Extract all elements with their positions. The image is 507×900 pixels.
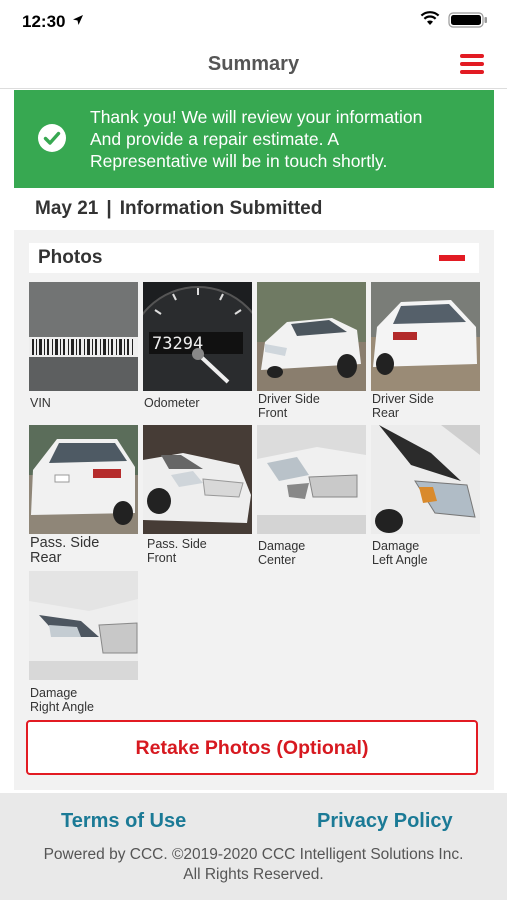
caption-line: VIN (30, 396, 51, 410)
success-banner: Thank you! We will review your informati… (14, 90, 494, 188)
checkmark-icon (38, 124, 66, 152)
location-arrow-icon (73, 15, 83, 25)
status-time: 12:30 (22, 12, 66, 31)
caption-line: Left Angle (372, 553, 428, 567)
banner-message: Thank you! We will review your informati… (90, 106, 482, 172)
caption-line: Pass. Side (30, 535, 100, 551)
photo-thumbnail-driver-side-rear[interactable] (371, 282, 480, 391)
photo-caption: VIN (30, 396, 142, 410)
car-photo (143, 425, 252, 534)
caption-line: Rear (30, 550, 62, 566)
photo-thumbnail-vin[interactable] (29, 282, 138, 391)
caption-line: Damage (258, 539, 306, 553)
caption-line: Driver Side (258, 392, 320, 406)
photo-thumbnail-pass-side-front[interactable] (143, 425, 252, 534)
odometer-photo: 73294 (143, 282, 252, 391)
copyright-line: All Rights Reserved. (183, 866, 324, 883)
navigation-bar: Summary (0, 44, 507, 89)
photo-thumbnail-pass-side-rear[interactable] (29, 425, 138, 534)
caption-line: Right Angle (30, 700, 94, 714)
photo-caption: Pass. Side Rear (30, 536, 142, 566)
banner-line: Thank you! We will review your informati… (90, 107, 423, 127)
privacy-policy-link[interactable]: Privacy Policy (317, 810, 453, 833)
caption-line: Rear (372, 406, 400, 420)
caption-line: Odometer (144, 396, 200, 410)
terms-of-use-link[interactable]: Terms of Use (61, 810, 186, 833)
caption-line: Damage (30, 686, 78, 700)
banner-line: And provide a repair estimate. A (90, 129, 340, 149)
photo-caption: Driver Side Rear (372, 392, 484, 420)
caption-line: Front (147, 551, 177, 565)
photo-caption: Damage Center (258, 539, 370, 567)
hamburger-menu-icon[interactable] (458, 51, 486, 77)
caption-line: Pass. Side (147, 537, 207, 551)
submission-date: May 21 (35, 198, 99, 219)
photo-caption: Damage Left Angle (372, 539, 484, 567)
photo-thumbnail-damage-center[interactable] (257, 425, 366, 534)
caption-line: Driver Side (372, 392, 434, 406)
caption-line: Front (258, 406, 288, 420)
photos-section-title: Photos (38, 247, 103, 268)
separator: | (106, 198, 112, 219)
photo-caption: Pass. Side Front (147, 537, 259, 565)
retake-photos-button[interactable]: Retake Photos (Optional) (26, 720, 478, 775)
car-photo (371, 282, 480, 391)
photo-thumbnail-driver-side-front[interactable] (257, 282, 366, 391)
footer: Terms of Use Privacy Policy Powered by C… (0, 793, 507, 900)
photo-caption: Odometer (144, 396, 256, 410)
page-title: Summary (207, 53, 300, 75)
photo-thumbnail-odometer[interactable]: 73294 (143, 282, 252, 391)
car-photo (371, 425, 480, 534)
photos-card: Photos VIN 73294 Odometer Driver Side Fr… (14, 230, 494, 790)
submission-status-line: May 21 | Information Submitted (35, 198, 322, 220)
car-photo (29, 571, 138, 680)
car-photo (257, 425, 366, 534)
caption-line: Center (258, 553, 296, 567)
status-bar: 12:30 (0, 0, 507, 44)
photo-thumbnail-damage-right-angle[interactable] (29, 571, 138, 680)
collapse-minus-icon[interactable] (439, 255, 465, 261)
banner-line: Representative will be in touch shortly. (90, 151, 388, 171)
copyright-text: Powered by CCC. ©2019-2020 CCC Intellige… (0, 845, 507, 885)
wifi-icon (420, 11, 440, 25)
copyright-line: Powered by CCC. ©2019-2020 CCC Intellige… (43, 846, 464, 863)
car-photo (257, 282, 366, 391)
caption-line: Damage (372, 539, 420, 553)
photo-thumbnail-damage-left-angle[interactable] (371, 425, 480, 534)
submission-status: Information Submitted (119, 198, 323, 219)
car-photo (29, 425, 138, 534)
vin-photo (29, 282, 138, 391)
photo-caption: Driver Side Front (258, 392, 370, 420)
photo-caption: Damage Right Angle (30, 686, 142, 714)
photos-section-header: Photos (29, 243, 479, 273)
battery-icon (448, 12, 487, 28)
